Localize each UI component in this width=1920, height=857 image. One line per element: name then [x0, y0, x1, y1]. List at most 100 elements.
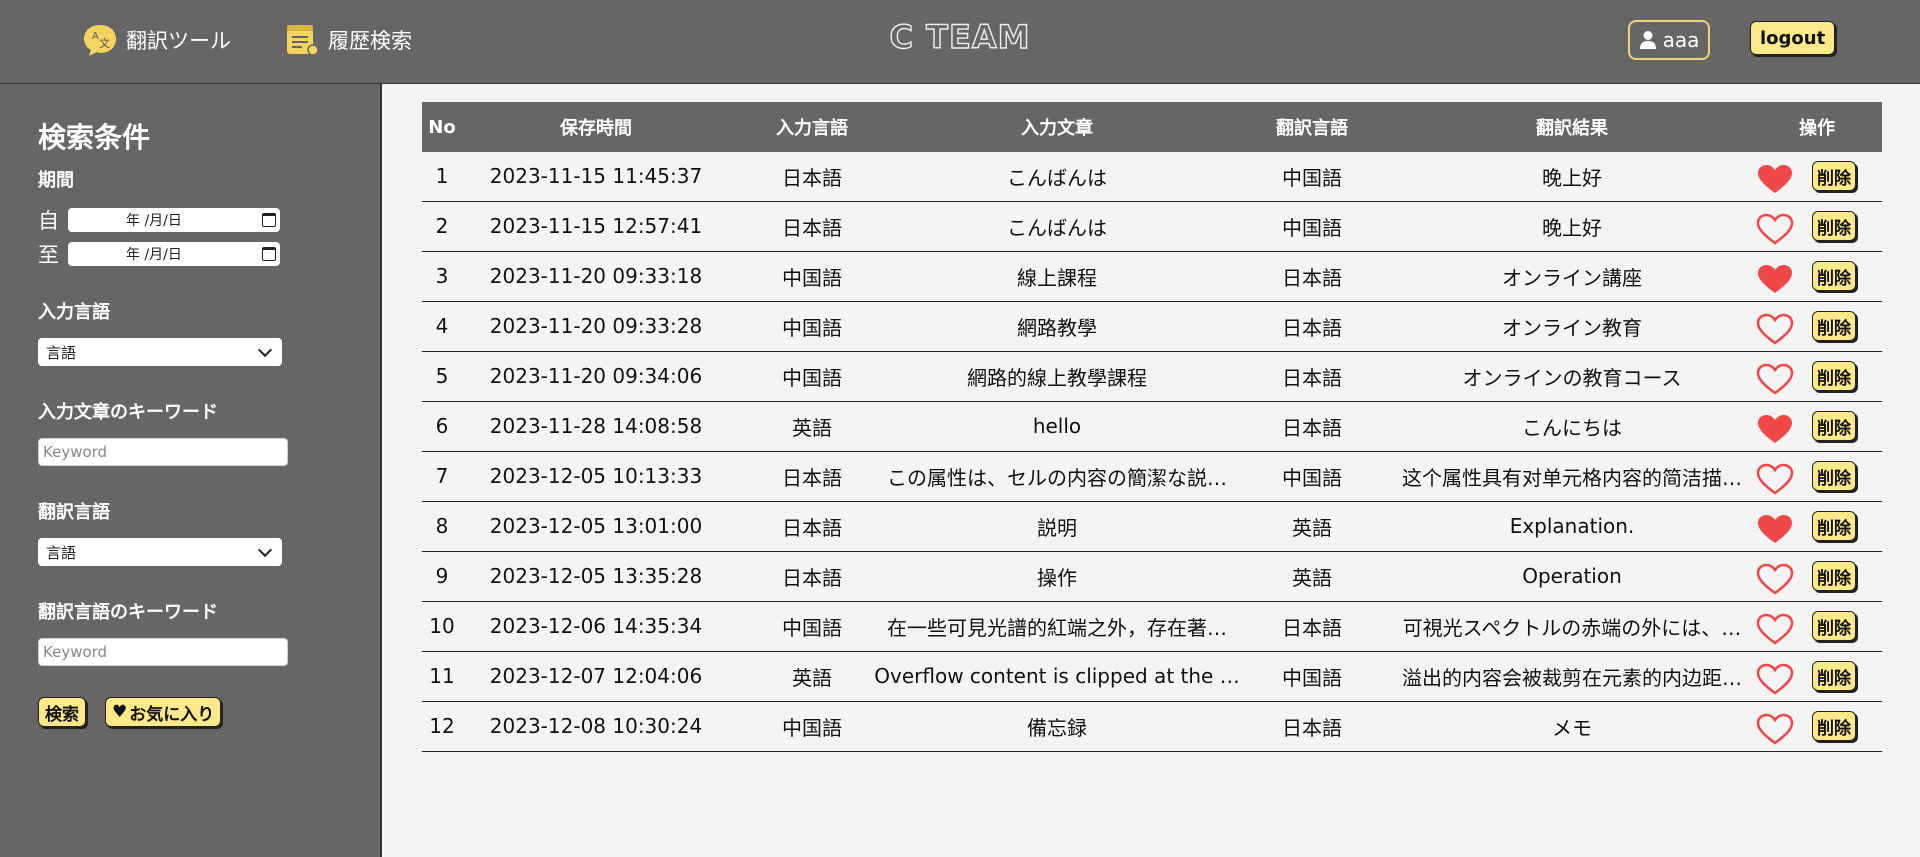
delete-button[interactable]: 削除 [1812, 661, 1856, 691]
cell-time: 2023-12-06 14:35:34 [486, 602, 706, 650]
translate-icon: A 文 [84, 25, 116, 56]
delete-button[interactable]: 削除 [1812, 211, 1856, 241]
cell-output-lang-text: 英語 [1292, 565, 1332, 590]
cell-result-text: Explanation. [1509, 514, 1635, 538]
delete-button[interactable]: 削除 [1812, 161, 1856, 191]
input-lang-select[interactable]: 言語 [38, 338, 282, 366]
calendar-icon[interactable] [262, 247, 276, 261]
cell-result: 这个属性具有对单元格内容的简洁描… [1362, 452, 1782, 500]
cell-output-lang: 日本語 [1247, 352, 1377, 400]
cell-result: メモ [1362, 702, 1782, 750]
delete-button[interactable]: 削除 [1812, 261, 1856, 291]
col-header-ops: 操作 [1799, 118, 1835, 139]
input-keyword-placeholder: Keyword [43, 443, 108, 461]
cell-time-text: 2023-11-20 09:34:06 [489, 364, 703, 388]
sidebar-title: 検索条件 [38, 121, 151, 154]
cell-input-lang-text: 英語 [792, 665, 832, 690]
cell-input-lang: 英語 [747, 652, 877, 700]
cell-input-lang-text: 日本語 [782, 165, 842, 190]
calendar-icon[interactable] [262, 213, 276, 227]
delete-button[interactable]: 削除 [1812, 561, 1856, 591]
heart-icon[interactable] [1756, 163, 1794, 195]
cell-input-text-text: Overflow content is clipped at the … [874, 664, 1240, 688]
search-sidebar: 検索条件 期間 自 年 /月/日 至 年 /月/日 入力言語 言語 入力文章のキ… [0, 84, 382, 857]
heart-icon[interactable] [1756, 713, 1794, 745]
date-to-input[interactable]: 年 /月/日 [68, 242, 280, 266]
heart-icon[interactable] [1756, 513, 1794, 545]
cell-no-text: 6 [435, 414, 449, 438]
cell-input-text: こんばんは [862, 202, 1252, 250]
table-row: 6 2023-11-28 14:08:58 英語 hello 日本語 こんにちは 削除 [422, 402, 1882, 452]
search-button[interactable]: 検索 [38, 697, 86, 727]
date-to-placeholder: 年 /月/日 [126, 247, 182, 263]
output-keyword-field[interactable]: Keyword [38, 638, 288, 666]
delete-button[interactable]: 削除 [1812, 311, 1856, 341]
cell-output-lang: 日本語 [1247, 302, 1377, 350]
heart-icon[interactable] [1756, 263, 1794, 295]
cell-result: オンラインの教育コース [1362, 352, 1782, 400]
cell-input-lang-text: 中国語 [782, 715, 842, 740]
cell-input-lang: 中国語 [747, 702, 877, 750]
cell-input-lang-text: 中国語 [782, 265, 842, 290]
cell-output-lang-text: 日本語 [1282, 415, 1342, 440]
logout-button[interactable]: logout [1750, 21, 1836, 55]
cell-time: 2023-12-07 12:04:06 [486, 652, 706, 700]
output-lang-select[interactable]: 言語 [38, 538, 282, 566]
chevron-down-icon [257, 542, 273, 558]
date-from-placeholder: 年 /月/日 [126, 213, 182, 229]
history-table: No 保存時間 入力言語 入力文章 翻訳言語 翻訳結果 操作 1 2023-11-… [422, 102, 1882, 752]
delete-button[interactable]: 削除 [1812, 611, 1856, 641]
heart-icon[interactable] [1756, 213, 1794, 245]
cell-time-text: 2023-11-20 09:33:18 [489, 264, 703, 288]
history-icon [287, 25, 319, 56]
cell-input-lang: 日本語 [747, 452, 877, 500]
cell-input-lang: 日本語 [747, 552, 877, 600]
table-body: 1 2023-11-15 11:45:37 日本語 こんばんは 中国語 晚上好 削除 2 202… [422, 152, 1882, 752]
cell-result: Explanation. [1362, 502, 1782, 550]
cell-no: 5 [422, 352, 462, 400]
svg-text:文: 文 [99, 36, 110, 50]
cell-result: 可視光スペクトルの赤端の外には、… [1362, 602, 1782, 650]
heart-icon[interactable] [1756, 613, 1794, 645]
cell-output-lang: 日本語 [1247, 402, 1377, 450]
cell-time: 2023-11-20 09:33:18 [486, 252, 706, 300]
heart-icon[interactable] [1756, 463, 1794, 495]
cell-output-lang-text: 中国語 [1282, 215, 1342, 240]
col-header-result: 翻訳結果 [1536, 118, 1608, 139]
heart-icon[interactable] [1756, 413, 1794, 445]
cell-output-lang: 中国語 [1247, 152, 1377, 200]
cell-time: 2023-11-20 09:34:06 [486, 352, 706, 400]
heart-icon[interactable] [1756, 313, 1794, 345]
cell-no-text: 8 [435, 514, 449, 538]
heart-icon[interactable] [1756, 363, 1794, 395]
cell-result-text: オンラインの教育コース [1462, 365, 1682, 390]
heart-icon[interactable] [1756, 663, 1794, 695]
heart-icon: ♥ [112, 702, 128, 722]
cell-time-text: 2023-12-05 13:01:00 [489, 514, 703, 538]
delete-button[interactable]: 削除 [1812, 411, 1856, 441]
favorites-button[interactable]: ♥ お気に入り [105, 697, 222, 727]
cell-input-text: 操作 [862, 552, 1252, 600]
nav-translate-tool[interactable]: A 文 翻訳ツール [82, 20, 231, 60]
heart-icon[interactable] [1756, 563, 1794, 595]
cell-input-text: この属性は、セルの内容の簡潔な説… [862, 452, 1252, 500]
delete-button[interactable]: 削除 [1812, 461, 1856, 491]
table-row: 7 2023-12-05 10:13:33 日本語 この属性は、セルの内容の簡潔な説…… [422, 452, 1882, 502]
cell-input-lang: 中国語 [747, 302, 877, 350]
cell-input-lang: 中国語 [747, 252, 877, 300]
period-label: 期間 [38, 170, 74, 191]
delete-button[interactable]: 削除 [1812, 711, 1856, 741]
user-button[interactable]: aaa [1628, 20, 1710, 60]
cell-no-text: 1 [435, 164, 449, 188]
cell-result-text: オンライン講座 [1502, 265, 1642, 290]
nav-history-search[interactable]: 履歴検索 [284, 20, 412, 60]
cell-no: 12 [422, 702, 462, 750]
delete-button[interactable]: 削除 [1812, 511, 1856, 541]
delete-button[interactable]: 削除 [1812, 361, 1856, 391]
cell-input-text-text: 網路教學 [1017, 315, 1097, 340]
date-from-input[interactable]: 年 /月/日 [68, 208, 280, 232]
input-keyword-field[interactable]: Keyword [38, 438, 288, 466]
input-keyword-label: 入力文章のキーワード [38, 402, 218, 423]
cell-time-text: 2023-12-05 13:35:28 [489, 564, 703, 588]
svg-text:A: A [92, 31, 99, 42]
